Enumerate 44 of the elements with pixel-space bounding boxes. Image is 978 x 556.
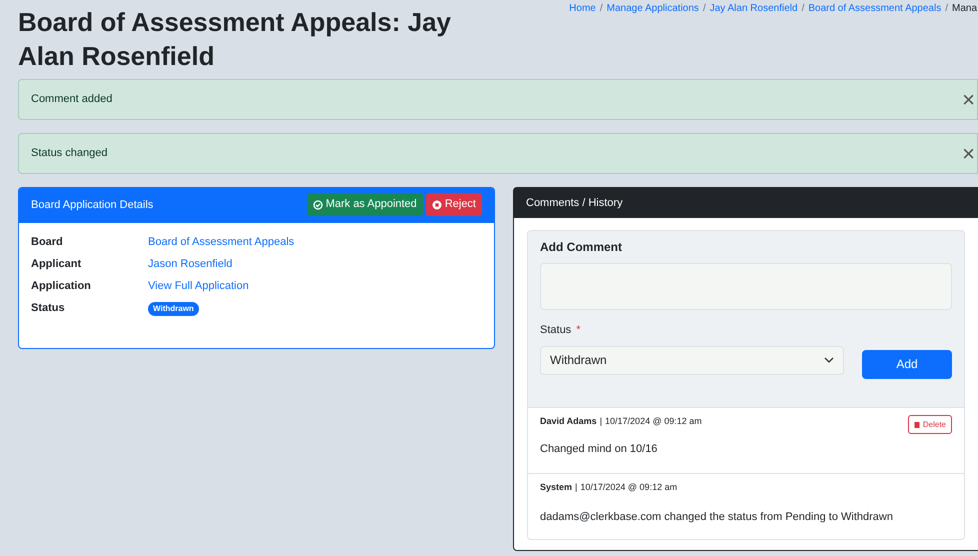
breadcrumb-link[interactable]: Manage Applications [606,1,699,16]
field-label: Board [31,235,64,250]
breadcrumb-separator: / [802,2,804,16]
stop-circle-icon [432,200,442,210]
field-label: Status [31,301,66,316]
breadcrumb-current: Mana [952,2,977,16]
card-title: Board Application Details [31,198,154,213]
delete-button[interactable]: Delete [908,415,952,434]
status-badge: Withdrawn [148,302,199,316]
close-button[interactable]: × [962,142,975,164]
card-title: Comments / History [526,196,623,211]
comment-separator: | [575,481,578,494]
trash-icon [914,421,920,428]
field-link[interactable]: Jason Rosenfield [148,256,232,273]
breadcrumb-separator: / [945,2,948,16]
chevron-down-icon [824,357,834,363]
status-select[interactable]: Withdrawn [540,346,844,374]
field-link[interactable]: View Full Application [148,278,249,295]
field-link[interactable]: Board of Assessment Appeals [148,234,294,251]
add-button[interactable]: Add [862,350,952,378]
comment-author: System [540,481,572,494]
required-mark: * [576,323,580,338]
form-title: Add Comment [540,239,623,256]
alert-message: Comment added [31,92,112,108]
comment-text: dadams@clerkbase.com changed the status from Pending to Withdrawn [540,510,894,524]
comment-time: 10/17/2024 @ 09:12 am [605,415,702,428]
check-circle-icon [312,200,323,210]
comment-separator: | [600,415,602,428]
alert-message: Status changed [31,146,108,162]
breadcrumb-link[interactable]: Jay Alan Rosenfield [710,1,798,16]
comment-author: David Adams [540,415,597,428]
breadcrumb-link[interactable]: Board of Assessment Appeals [808,1,942,16]
breadcrumb-separator: / [702,2,706,16]
comment-time: 10/17/2024 @ 09:12 am [580,481,678,494]
page-title: Board of Assessment Appeals: Jay Alan Rosenfield [18,6,452,73]
breadcrumb-link[interactable]: Home [569,1,596,16]
field-label: Applicant [31,257,82,272]
field-label: Application [31,279,92,294]
comment-text: Changed mind on 10/16 [540,442,658,456]
reject-button[interactable]: Reject [426,193,482,216]
mark-appointed-button[interactable]: Mark as Appointed [306,193,423,216]
breadcrumb-separator: / [600,2,603,16]
field-label: Status [540,323,572,338]
close-button[interactable]: × [962,88,975,110]
